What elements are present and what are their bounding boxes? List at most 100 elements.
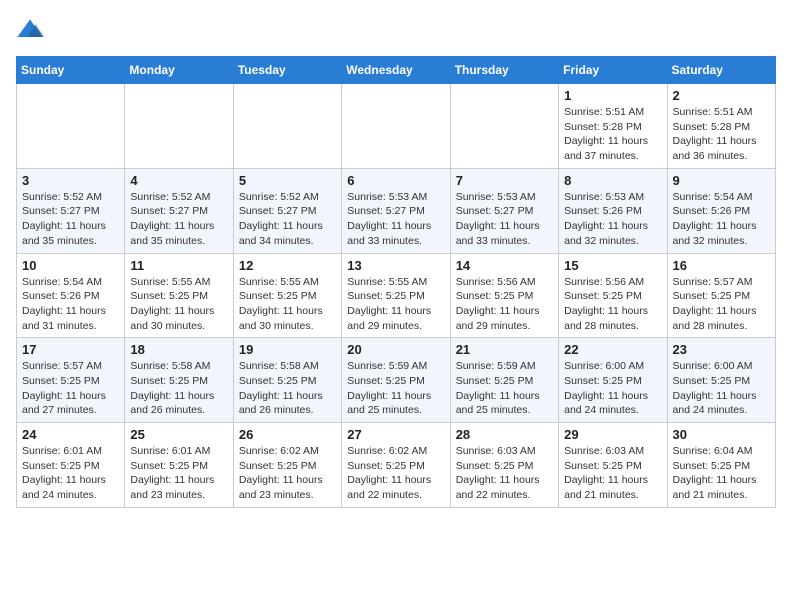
day-number: 13: [347, 258, 444, 273]
day-number: 18: [130, 342, 227, 357]
weekday-header-monday: Monday: [125, 57, 233, 84]
empty-day: [17, 84, 125, 169]
day-info: Sunrise: 5:54 AM Sunset: 5:26 PM Dayligh…: [22, 275, 119, 334]
day-info: Sunrise: 5:52 AM Sunset: 5:27 PM Dayligh…: [22, 190, 119, 249]
day-number: 10: [22, 258, 119, 273]
calendar-day-18: 18Sunrise: 5:58 AM Sunset: 5:25 PM Dayli…: [125, 338, 233, 423]
day-info: Sunrise: 5:52 AM Sunset: 5:27 PM Dayligh…: [239, 190, 336, 249]
day-info: Sunrise: 5:57 AM Sunset: 5:25 PM Dayligh…: [673, 275, 770, 334]
calendar-day-10: 10 Sunrise: 5:54 AM Sunset: 5:26 PM Dayli…: [17, 253, 125, 338]
calendar-day-22: 22Sunrise: 6:00 AM Sunset: 5:25 PM Dayli…: [559, 338, 667, 423]
day-info: Sunrise: 5:51 AM Sunset: 5:28 PM Dayligh…: [673, 105, 770, 164]
day-number: 24: [22, 427, 119, 442]
calendar-day-20: 20 Sunrise: 5:59 AM Sunset: 5:25 PM Dayli…: [342, 338, 450, 423]
day-info: Sunrise: 5:52 AM Sunset: 5:27 PM Dayligh…: [130, 190, 227, 249]
calendar-day-23: 23 Sunrise: 6:00 AM Sunset: 5:25 PM Dayli…: [667, 338, 775, 423]
calendar-day-24: 24 Sunrise: 6:01 AM Sunset: 5:25 PM Dayli…: [17, 423, 125, 508]
calendar-day-12: 12 Sunrise: 5:55 AM Sunset: 5:25 PM Dayli…: [233, 253, 341, 338]
calendar-day-5: 5 Sunrise: 5:52 AM Sunset: 5:27 PM Daylig…: [233, 168, 341, 253]
day-info: Sunrise: 6:00 AM Sunset: 5:25 PM Dayligh…: [673, 359, 770, 418]
day-number: 1: [564, 88, 661, 103]
day-number: 23: [673, 342, 770, 357]
day-number: 25: [130, 427, 227, 442]
day-number: 2: [673, 88, 770, 103]
calendar-day-27: 27 Sunrise: 6:02 AM Sunset: 5:25 PM Dayli…: [342, 423, 450, 508]
calendar-week-row: 17Sunrise: 5:57 AM Sunset: 5:25 PM Dayli…: [17, 338, 776, 423]
calendar-day-21: 21 Sunrise: 5:59 AM Sunset: 5:25 PM Dayli…: [450, 338, 558, 423]
calendar-header: SundayMondayTuesdayWednesdayThursdayFrid…: [17, 57, 776, 84]
empty-day: [233, 84, 341, 169]
calendar-day-17: 17Sunrise: 5:57 AM Sunset: 5:25 PM Dayli…: [17, 338, 125, 423]
weekday-header-thursday: Thursday: [450, 57, 558, 84]
day-number: 3: [22, 173, 119, 188]
day-number: 12: [239, 258, 336, 273]
calendar-day-7: 7Sunrise: 5:53 AM Sunset: 5:27 PM Daylig…: [450, 168, 558, 253]
day-number: 4: [130, 173, 227, 188]
day-info: Sunrise: 5:59 AM Sunset: 5:25 PM Dayligh…: [456, 359, 553, 418]
weekday-header-friday: Friday: [559, 57, 667, 84]
calendar-day-11: 11Sunrise: 5:55 AM Sunset: 5:25 PM Dayli…: [125, 253, 233, 338]
day-info: Sunrise: 5:56 AM Sunset: 5:25 PM Dayligh…: [456, 275, 553, 334]
day-info: Sunrise: 5:59 AM Sunset: 5:25 PM Dayligh…: [347, 359, 444, 418]
weekday-header-sunday: Sunday: [17, 57, 125, 84]
day-info: Sunrise: 6:03 AM Sunset: 5:25 PM Dayligh…: [564, 444, 661, 503]
calendar-day-3: 3 Sunrise: 5:52 AM Sunset: 5:27 PM Daylig…: [17, 168, 125, 253]
day-info: Sunrise: 5:53 AM Sunset: 5:27 PM Dayligh…: [347, 190, 444, 249]
day-info: Sunrise: 5:55 AM Sunset: 5:25 PM Dayligh…: [239, 275, 336, 334]
calendar-day-15: 15Sunrise: 5:56 AM Sunset: 5:25 PM Dayli…: [559, 253, 667, 338]
weekday-header-tuesday: Tuesday: [233, 57, 341, 84]
calendar-day-30: 30 Sunrise: 6:04 AM Sunset: 5:25 PM Dayli…: [667, 423, 775, 508]
calendar-table: SundayMondayTuesdayWednesdayThursdayFrid…: [16, 56, 776, 508]
day-number: 5: [239, 173, 336, 188]
weekday-header-saturday: Saturday: [667, 57, 775, 84]
weekday-header-wednesday: Wednesday: [342, 57, 450, 84]
weekday-header-row: SundayMondayTuesdayWednesdayThursdayFrid…: [17, 57, 776, 84]
calendar-day-13: 13 Sunrise: 5:55 AM Sunset: 5:25 PM Dayli…: [342, 253, 450, 338]
day-number: 7: [456, 173, 553, 188]
calendar-week-row: 24 Sunrise: 6:01 AM Sunset: 5:25 PM Dayli…: [17, 423, 776, 508]
day-number: 16: [673, 258, 770, 273]
page-header: [16, 16, 776, 44]
day-info: Sunrise: 5:53 AM Sunset: 5:26 PM Dayligh…: [564, 190, 661, 249]
calendar-day-26: 26 Sunrise: 6:02 AM Sunset: 5:25 PM Dayli…: [233, 423, 341, 508]
day-info: Sunrise: 5:55 AM Sunset: 5:25 PM Dayligh…: [347, 275, 444, 334]
calendar-week-row: 3 Sunrise: 5:52 AM Sunset: 5:27 PM Daylig…: [17, 168, 776, 253]
calendar-day-6: 6Sunrise: 5:53 AM Sunset: 5:27 PM Daylig…: [342, 168, 450, 253]
day-number: 14: [456, 258, 553, 273]
day-number: 28: [456, 427, 553, 442]
calendar-day-28: 28Sunrise: 6:03 AM Sunset: 5:25 PM Dayli…: [450, 423, 558, 508]
logo: [16, 16, 48, 44]
calendar-day-8: 8 Sunrise: 5:53 AM Sunset: 5:26 PM Daylig…: [559, 168, 667, 253]
day-number: 27: [347, 427, 444, 442]
day-info: Sunrise: 6:01 AM Sunset: 5:25 PM Dayligh…: [130, 444, 227, 503]
calendar-week-row: 1 Sunrise: 5:51 AM Sunset: 5:28 PM Daylig…: [17, 84, 776, 169]
day-number: 21: [456, 342, 553, 357]
day-info: Sunrise: 6:02 AM Sunset: 5:25 PM Dayligh…: [239, 444, 336, 503]
day-info: Sunrise: 5:58 AM Sunset: 5:25 PM Dayligh…: [239, 359, 336, 418]
day-number: 11: [130, 258, 227, 273]
day-info: Sunrise: 6:04 AM Sunset: 5:25 PM Dayligh…: [673, 444, 770, 503]
empty-day: [342, 84, 450, 169]
day-number: 26: [239, 427, 336, 442]
calendar-day-14: 14 Sunrise: 5:56 AM Sunset: 5:25 PM Dayli…: [450, 253, 558, 338]
day-info: Sunrise: 6:02 AM Sunset: 5:25 PM Dayligh…: [347, 444, 444, 503]
empty-day: [125, 84, 233, 169]
calendar-day-2: 2 Sunrise: 5:51 AM Sunset: 5:28 PM Daylig…: [667, 84, 775, 169]
day-number: 8: [564, 173, 661, 188]
calendar-day-29: 29Sunrise: 6:03 AM Sunset: 5:25 PM Dayli…: [559, 423, 667, 508]
day-info: Sunrise: 5:51 AM Sunset: 5:28 PM Dayligh…: [564, 105, 661, 164]
calendar-week-row: 10 Sunrise: 5:54 AM Sunset: 5:26 PM Dayli…: [17, 253, 776, 338]
day-number: 20: [347, 342, 444, 357]
day-info: Sunrise: 6:01 AM Sunset: 5:25 PM Dayligh…: [22, 444, 119, 503]
day-number: 9: [673, 173, 770, 188]
calendar-day-4: 4 Sunrise: 5:52 AM Sunset: 5:27 PM Daylig…: [125, 168, 233, 253]
empty-day: [450, 84, 558, 169]
calendar-day-1: 1 Sunrise: 5:51 AM Sunset: 5:28 PM Daylig…: [559, 84, 667, 169]
logo-icon: [16, 16, 44, 44]
day-number: 30: [673, 427, 770, 442]
day-info: Sunrise: 5:57 AM Sunset: 5:25 PM Dayligh…: [22, 359, 119, 418]
day-info: Sunrise: 5:56 AM Sunset: 5:25 PM Dayligh…: [564, 275, 661, 334]
day-info: Sunrise: 6:00 AM Sunset: 5:25 PM Dayligh…: [564, 359, 661, 418]
calendar-body: 1 Sunrise: 5:51 AM Sunset: 5:28 PM Daylig…: [17, 84, 776, 508]
calendar-day-19: 19Sunrise: 5:58 AM Sunset: 5:25 PM Dayli…: [233, 338, 341, 423]
